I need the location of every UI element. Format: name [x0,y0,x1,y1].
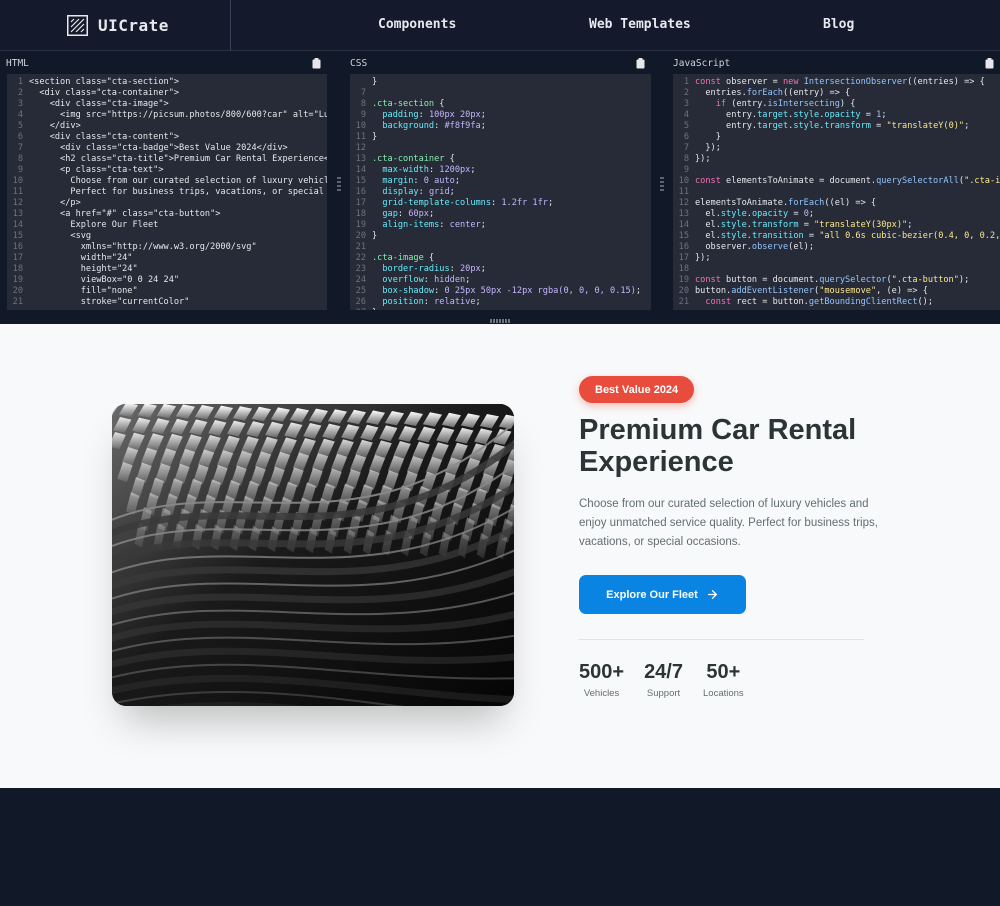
stat-support: 24/7 Support [644,660,683,699]
stats: 500+ Vehicles 24/7 Support 50+ Locations [579,660,764,699]
stat-vehicles: 500+ Vehicles [579,660,624,699]
nav-blog[interactable]: Blog [823,17,854,32]
vertical-resize-handle[interactable] [490,319,510,323]
stat-label: Locations [703,688,744,699]
page-footer-area [0,788,1000,906]
resize-handle-2[interactable] [660,177,664,195]
clipboard-icon[interactable] [312,57,321,69]
architecture-photo [112,404,514,706]
css-code-area[interactable]: } 7 8 .cta-section { 9 padding: 100px 20p… [350,74,651,310]
css-panel-title: CSS [350,57,368,69]
nav-web-templates[interactable]: Web Templates [589,17,691,32]
stat-value: 500+ [579,661,625,683]
car-image [112,404,514,706]
html-panel-header: HTML [0,52,327,74]
arrow-right-icon [707,590,717,599]
brand[interactable]: UICrate [0,0,231,51]
cta-button-label: Explore Our Fleet [606,588,698,601]
logo-icon [67,14,88,36]
html-code-area[interactable]: 1 <section class="cta-section"> 2 <div cl… [7,74,327,310]
js-editor-panel: JavaScript 1 const observer = new Interse… [667,52,1000,310]
css-editor-panel: CSS } 7 8 .cta-section { 9 padding: 100px… [344,52,651,310]
explore-fleet-button[interactable]: Explore Our Fleet [579,575,746,614]
resize-handle-1[interactable] [337,177,341,195]
preview-section: Best Value 2024 Premium Car Rental Exper… [0,324,1000,788]
html-panel-title: HTML [6,57,29,69]
stat-value: 24/7 [644,661,683,683]
divider [579,639,864,640]
top-navigation: UICrate Components Web Templates Blog [0,0,1000,51]
stat-value: 50+ [706,661,741,683]
js-panel-header: JavaScript [667,52,1000,74]
code-editors: HTML 1 <section class="cta-section"> 2 <d… [0,52,1000,324]
js-code-area[interactable]: 1 const observer = new IntersectionObserv… [673,74,1000,310]
stat-label: Support [646,688,681,699]
css-panel-header: CSS [344,52,651,74]
brand-name: UICrate [98,15,169,35]
cta-badge: Best Value 2024 [579,376,695,403]
clipboard-icon[interactable] [985,57,994,69]
cta-text: Choose from our curated selection of lux… [579,498,878,548]
cta-title: Premium Car Rental Experience [579,414,857,478]
html-editor-panel: HTML 1 <section class="cta-section"> 2 <d… [0,52,327,310]
js-panel-title: JavaScript [673,57,731,69]
clipboard-icon[interactable] [636,57,645,69]
stat-locations: 50+ Locations [703,660,744,699]
stat-label: Vehicles [583,688,620,699]
nav-components[interactable]: Components [378,17,456,32]
